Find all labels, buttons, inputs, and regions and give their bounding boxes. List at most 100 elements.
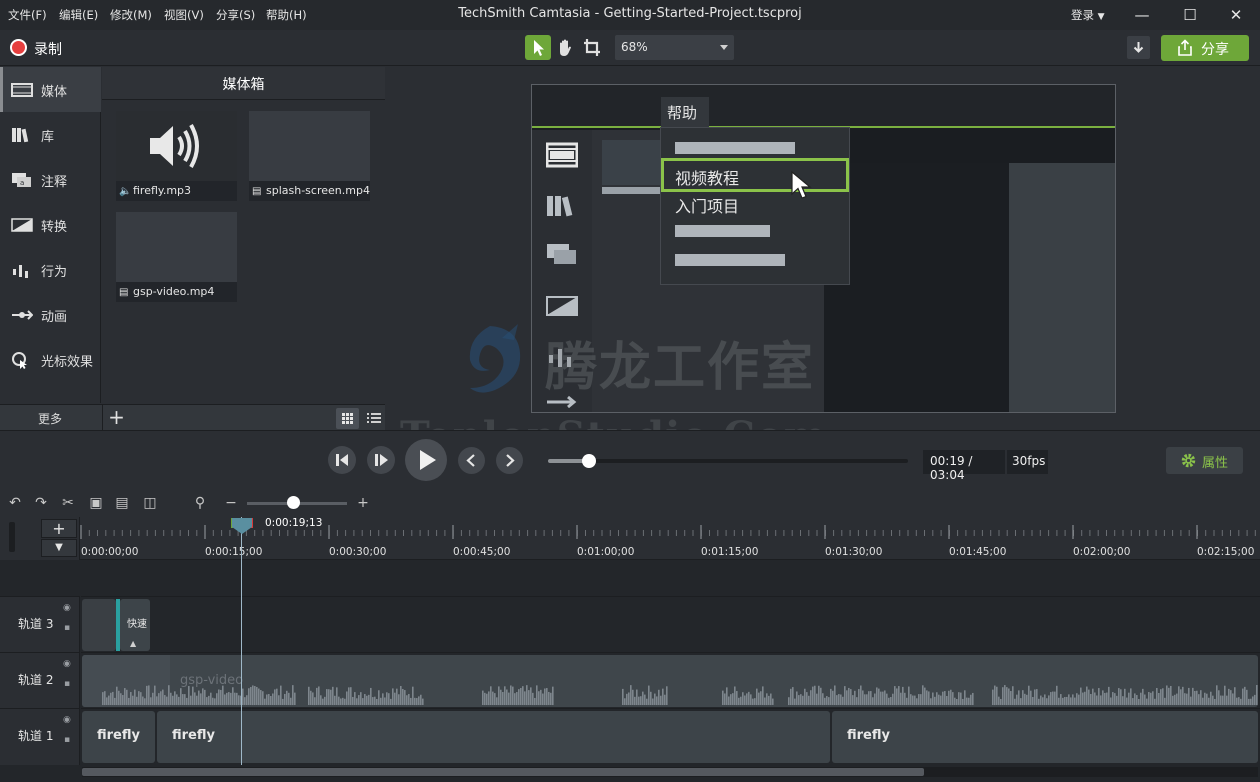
track-header-3[interactable]: 轨道 3 ◉ ▪ bbox=[0, 596, 80, 652]
timeline-clip[interactable]: firefly bbox=[82, 711, 155, 763]
playhead-handle[interactable] bbox=[231, 517, 253, 535]
grid-view-button[interactable] bbox=[336, 408, 359, 429]
track-header-1[interactable]: 轨道 1 ◉ ▪ bbox=[0, 708, 80, 765]
menu-view[interactable]: 视图(V) bbox=[164, 7, 204, 23]
lock-icon[interactable]: ▪ bbox=[64, 623, 70, 633]
fps-display: 30fps bbox=[1007, 450, 1048, 474]
download-button[interactable] bbox=[1127, 36, 1150, 59]
sidebar-item-label: 行为 bbox=[41, 265, 68, 280]
eye-icon[interactable]: ◉ bbox=[63, 659, 71, 669]
maximize-button[interactable]: ☐ bbox=[1178, 4, 1202, 26]
eye-icon[interactable]: ◉ bbox=[63, 603, 71, 613]
scrubber-handle[interactable] bbox=[582, 454, 597, 468]
zoom-out-button[interactable]: − bbox=[222, 494, 240, 512]
lock-icon[interactable]: ▪ bbox=[64, 679, 70, 689]
track-height-slider[interactable] bbox=[9, 522, 15, 552]
lock-icon[interactable]: ▪ bbox=[64, 735, 70, 745]
ruler-tick-label: 0:00:00;00 bbox=[81, 546, 139, 558]
properties-button[interactable]: 属性 bbox=[1166, 447, 1243, 474]
behaviors-icon bbox=[13, 265, 28, 278]
media-item-gsp-video[interactable]: ▤ gsp-video.mp4 bbox=[116, 212, 237, 303]
empty-track-area[interactable] bbox=[80, 560, 1260, 596]
more-button[interactable]: 更多 bbox=[38, 410, 62, 427]
timeline-clip[interactable]: 快速 ▲ bbox=[120, 599, 150, 651]
cursor-effect-icon bbox=[12, 352, 27, 369]
step-back-icon bbox=[336, 454, 348, 466]
playback-scrubber[interactable] bbox=[548, 454, 908, 468]
speaker-small-icon: 🔈 bbox=[119, 186, 132, 197]
timeline-toolbar: ↶ ↷ ✂ ▣ ▤ ◫ ⚲ − + bbox=[0, 490, 1260, 517]
title-bar: 文件(F) 编辑(E) 修改(M) 视图(V) 分享(S) 帮助(H) Tech… bbox=[0, 0, 1260, 30]
previous-button[interactable] bbox=[458, 447, 485, 474]
tools-sidebar: 媒体 库 a 注释 转换 行为 动画 光标效果 bbox=[0, 67, 101, 403]
preview-help-menu: 帮助 bbox=[661, 97, 709, 127]
pan-tool-button[interactable] bbox=[552, 35, 578, 60]
zoom-slider-handle[interactable] bbox=[287, 496, 300, 509]
timeline-clip[interactable]: gsp-video bbox=[82, 655, 1258, 707]
track-row-2[interactable]: gsp-video bbox=[81, 652, 1260, 708]
play-icon bbox=[420, 450, 436, 470]
close-button[interactable]: ✕ bbox=[1224, 4, 1248, 26]
share-button[interactable]: 分享 bbox=[1161, 35, 1249, 61]
timeline-horizontal-scrollbar[interactable] bbox=[82, 767, 1258, 777]
timeline-ruler[interactable]: 0:00:00;00 0:00:15;00 0:00:30;00 0:00:45;00… bbox=[80, 517, 1260, 560]
sidebar-item-behaviors[interactable]: 行为 bbox=[0, 247, 101, 292]
share-icon bbox=[1178, 39, 1192, 56]
sidebar-item-library[interactable]: 库 bbox=[0, 112, 101, 157]
media-bin-panel: 媒体箱 🔈 firefly.mp3 ▤ splash-screen.mp4 ▤ gsp… bbox=[102, 67, 385, 403]
expand-icon[interactable]: ▲ bbox=[130, 639, 136, 648]
redo-icon[interactable]: ↷ bbox=[32, 494, 50, 512]
timeline-clip[interactable]: firefly bbox=[832, 711, 1258, 763]
crop-icon bbox=[584, 39, 600, 56]
timeline-clip[interactable]: firefly bbox=[157, 711, 830, 763]
menu-file[interactable]: 文件(F) bbox=[8, 7, 47, 23]
select-tool-button[interactable] bbox=[525, 35, 551, 60]
track-header-2[interactable]: 轨道 2 ◉ ▪ bbox=[0, 652, 80, 708]
copy-icon[interactable]: ▣ bbox=[87, 494, 105, 512]
next-button[interactable] bbox=[496, 447, 523, 474]
chevron-right-icon bbox=[506, 454, 515, 467]
eye-icon[interactable]: ◉ bbox=[63, 715, 71, 725]
login-dropdown[interactable]: 登录 ▼ bbox=[1071, 7, 1105, 23]
list-view-button[interactable] bbox=[362, 408, 385, 429]
chevron-down-icon[interactable]: ▼ bbox=[41, 539, 77, 557]
track-row-1[interactable]: firefly firefly firefly bbox=[81, 708, 1260, 765]
camtasia-window: 文件(F) 编辑(E) 修改(M) 视图(V) 分享(S) 帮助(H) Tech… bbox=[0, 0, 1260, 782]
crop-tool-button[interactable] bbox=[579, 35, 605, 60]
film-strip-icon bbox=[11, 83, 33, 97]
media-thumbnail bbox=[249, 111, 370, 181]
sidebar-item-cursor-effects[interactable]: 光标效果 bbox=[0, 337, 101, 382]
animation-arrow-icon bbox=[12, 310, 33, 320]
properties-label: 属性 bbox=[1202, 456, 1229, 471]
split-icon[interactable]: ◫ bbox=[141, 494, 159, 512]
add-media-button[interactable]: + bbox=[102, 405, 130, 431]
step-forward-button[interactable] bbox=[367, 446, 395, 474]
step-back-button[interactable] bbox=[328, 446, 356, 474]
menu-edit[interactable]: 编辑(E) bbox=[59, 7, 98, 23]
add-track-button[interactable]: + bbox=[41, 519, 77, 538]
minimize-button[interactable]: — bbox=[1130, 4, 1154, 26]
undo-icon[interactable]: ↶ bbox=[6, 494, 24, 512]
search-icon: ⚲ bbox=[194, 495, 206, 511]
zoom-in-button[interactable]: + bbox=[354, 494, 372, 512]
menu-modify[interactable]: 修改(M) bbox=[110, 7, 152, 23]
preview-dropdown-menu: 视频教程 入门项目 bbox=[660, 127, 850, 285]
sidebar-item-animations[interactable]: 动画 bbox=[0, 292, 101, 337]
sidebar-item-transitions[interactable]: 转换 bbox=[0, 202, 101, 247]
timeline-clip[interactable] bbox=[82, 599, 116, 651]
cut-icon[interactable]: ✂ bbox=[59, 494, 77, 512]
menu-help[interactable]: 帮助(H) bbox=[266, 7, 307, 23]
preview-thumbnail bbox=[602, 140, 662, 185]
menu-share[interactable]: 分享(S) bbox=[216, 7, 255, 23]
scrollbar-thumb[interactable] bbox=[82, 768, 924, 776]
play-button[interactable] bbox=[405, 439, 447, 481]
track-row-3[interactable]: 快速 ▲ bbox=[81, 596, 1260, 652]
paste-icon[interactable]: ▤ bbox=[113, 494, 131, 512]
sidebar-item-annotations[interactable]: a 注释 bbox=[0, 157, 101, 202]
sidebar-item-media[interactable]: 媒体 bbox=[0, 67, 101, 112]
playhead-line bbox=[241, 517, 242, 765]
media-item-splash-screen[interactable]: ▤ splash-screen.mp4 bbox=[249, 111, 370, 202]
zoom-dropdown[interactable]: 68% bbox=[615, 35, 734, 60]
ruler-ticks bbox=[80, 525, 1256, 539]
media-item-firefly[interactable]: 🔈 firefly.mp3 bbox=[116, 111, 237, 202]
